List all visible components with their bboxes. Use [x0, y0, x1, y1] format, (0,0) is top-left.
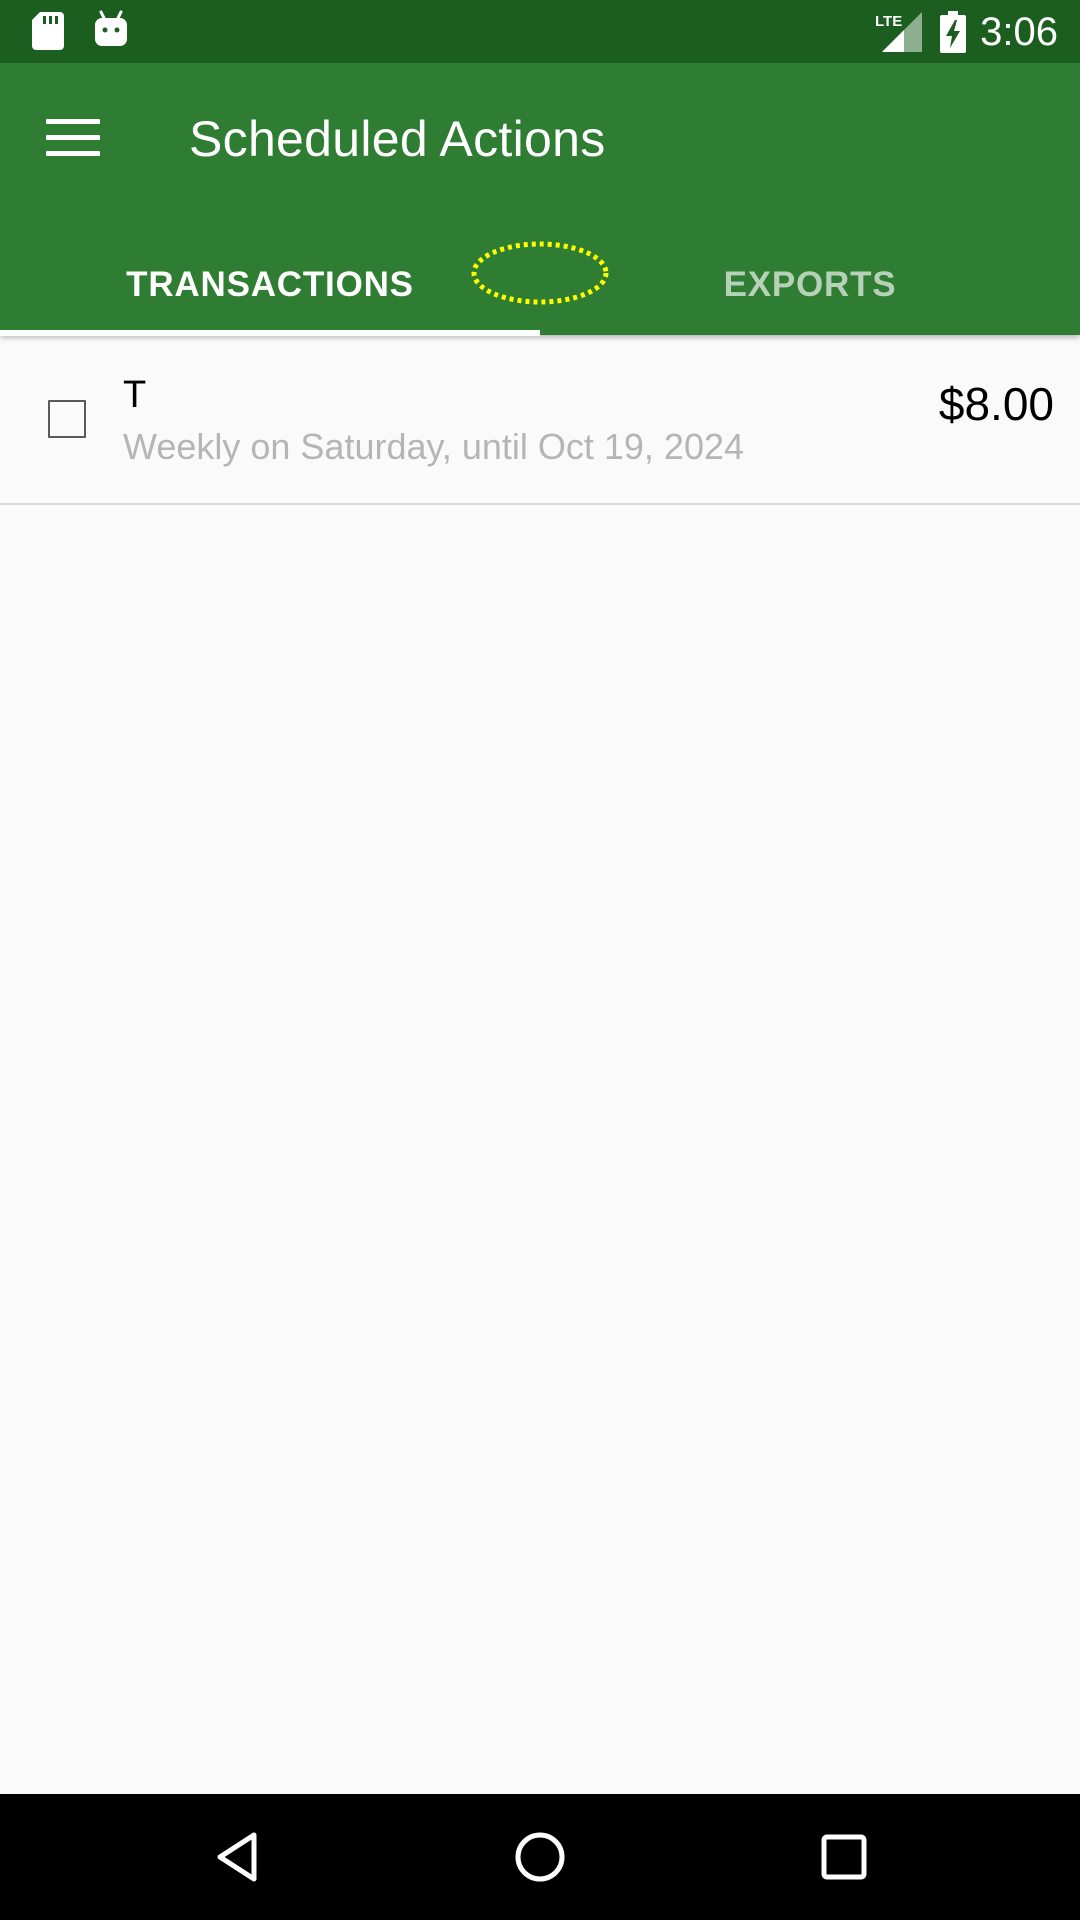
- tab-exports[interactable]: EXPORTS: [540, 234, 1080, 335]
- android-icon: [95, 10, 127, 46]
- tab-bar: TRANSACTIONS EXPORTS: [0, 234, 1080, 335]
- navigation-bar: [0, 1794, 1080, 1920]
- app-bar: Scheduled Actions TRANSACTIONS EXPORTS: [0, 63, 1080, 336]
- select-checkbox[interactable]: [48, 400, 86, 438]
- lte-label: LTE: [875, 13, 902, 30]
- clock: 3:06: [980, 10, 1058, 54]
- sd-card-icon: [32, 12, 64, 50]
- transaction-schedule: Weekly on Saturday, until Oct 19, 2024: [123, 426, 745, 467]
- battery-charging-icon: [940, 11, 966, 53]
- page-title: Scheduled Actions: [189, 111, 606, 167]
- list-item[interactable]: T Weekly on Saturday, until Oct 19, 2024…: [0, 335, 1080, 505]
- tab-transactions[interactable]: TRANSACTIONS: [0, 234, 540, 335]
- back-icon[interactable]: [210, 1827, 270, 1887]
- recents-icon[interactable]: [814, 1827, 874, 1887]
- home-icon[interactable]: [510, 1827, 570, 1887]
- lte-signal-icon: LTE: [875, 12, 922, 52]
- transaction-name: T: [123, 374, 147, 416]
- hamburger-menu-icon[interactable]: [46, 119, 100, 159]
- scheduled-transactions-list: T Weekly on Saturday, until Oct 19, 2024…: [0, 335, 1080, 505]
- status-bar: LTE 3:06: [0, 0, 1080, 63]
- transaction-amount: $8.00: [938, 378, 1054, 430]
